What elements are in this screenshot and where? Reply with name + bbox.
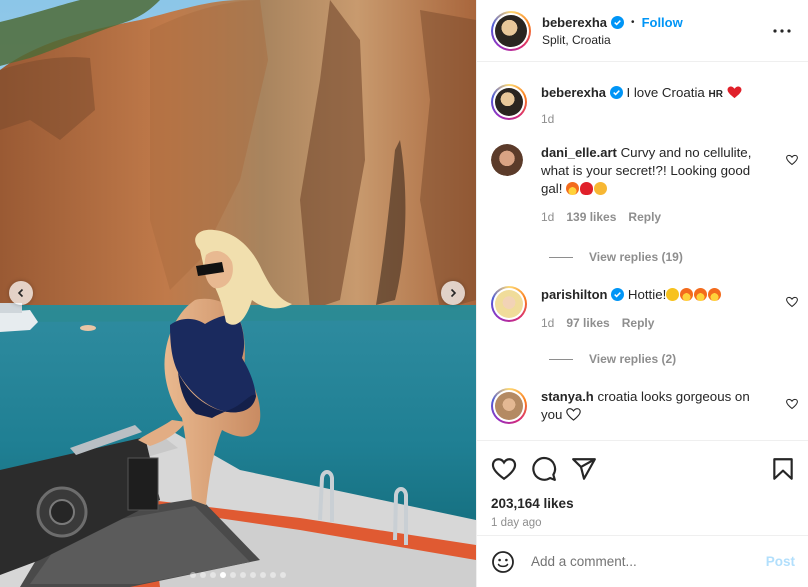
verified-badge-icon: [609, 86, 623, 99]
more-options-button[interactable]: [770, 19, 794, 43]
carousel-next-button[interactable]: [441, 281, 465, 305]
caption-avatar[interactable]: [491, 84, 527, 120]
view-replies-button[interactable]: View replies (2): [549, 352, 808, 366]
caption: beberexha I love Croatia HR 1d: [491, 84, 808, 126]
comment-likes[interactable]: 139 likes: [566, 210, 616, 224]
carousel-dot: [280, 572, 286, 578]
comment-icon[interactable]: [531, 456, 557, 482]
white-heart-emoji-icon: [566, 408, 581, 421]
caption-time[interactable]: 1d: [541, 112, 554, 126]
chevron-left-icon: [17, 288, 24, 298]
red-heart-emoji-icon: [580, 182, 594, 195]
emoji-icon[interactable]: [491, 550, 515, 574]
fire-emoji-icon: [680, 288, 694, 301]
photo-boat-cliffs: [0, 0, 476, 587]
carousel-dot: [230, 572, 236, 578]
comment-item: parishilton Hottie! 1d 97 likes Reply: [491, 286, 808, 330]
heart-icon[interactable]: [786, 398, 798, 410]
verified-badge-icon: [611, 15, 625, 29]
post-media[interactable]: [0, 0, 476, 587]
chevron-right-icon: [450, 288, 457, 298]
carousel-dot: [260, 572, 266, 578]
post-actions-bar: [477, 440, 808, 496]
likes-count[interactable]: 203,164 likes: [477, 496, 808, 511]
post-comment-button[interactable]: Post: [766, 554, 795, 569]
comment-item: stanya.h croatia looks gorgeous on you: [491, 388, 808, 424]
comment-username[interactable]: dani_elle.art: [541, 145, 617, 160]
fire-emoji-icon: [566, 182, 580, 195]
more-options-icon: [773, 28, 791, 33]
bookmark-icon[interactable]: [770, 456, 796, 482]
heart-icon[interactable]: [786, 154, 798, 166]
carousel-dot: [210, 572, 216, 578]
carousel-dot: [200, 572, 206, 578]
comment-item: dani_elle.art Curvy and no cellulite, wh…: [491, 144, 808, 224]
comments-list[interactable]: beberexha I love Croatia HR 1d dani_elle…: [477, 62, 808, 440]
view-replies-button[interactable]: View replies (19): [549, 250, 808, 264]
carousel-dot: [270, 572, 276, 578]
fire-emoji-icon: [694, 288, 708, 301]
follow-button[interactable]: Follow: [642, 15, 683, 30]
separator-dot: •: [631, 16, 635, 28]
heart-icon[interactable]: [786, 296, 798, 308]
carousel-indicator: [0, 572, 476, 578]
caption-body: I love Croatia: [626, 85, 705, 100]
verified-badge-icon: [611, 288, 625, 301]
commenter-avatar[interactable]: [491, 286, 527, 322]
view-replies-label: View replies (19): [589, 250, 683, 264]
comment-composer: Post: [477, 535, 808, 587]
raising-hands-emoji-icon: [594, 182, 608, 195]
heart-eyes-emoji-icon: [666, 288, 680, 301]
carousel-dot: [190, 572, 196, 578]
comment-username[interactable]: stanya.h: [541, 389, 594, 404]
comment-likes[interactable]: 97 likes: [566, 316, 609, 330]
author-avatar[interactable]: [491, 10, 531, 51]
post-location[interactable]: Split, Croatia: [542, 33, 770, 47]
red-heart-emoji-icon: [727, 86, 742, 99]
carousel-dot: [250, 572, 256, 578]
view-replies-label: View replies (2): [589, 352, 677, 366]
fire-emoji-icon: [708, 288, 722, 301]
caption-text: beberexha I love Croatia HR: [541, 84, 768, 104]
reply-button[interactable]: Reply: [628, 210, 661, 224]
comment-text: Hottie!: [627, 287, 667, 302]
heart-icon[interactable]: [491, 456, 517, 482]
share-icon[interactable]: [571, 456, 597, 482]
caption-username[interactable]: beberexha: [541, 85, 606, 100]
post-timestamp[interactable]: 1 day ago: [477, 511, 808, 529]
comment-time[interactable]: 1d: [541, 210, 554, 224]
comment-username[interactable]: parishilton: [541, 287, 607, 302]
flag-hr-label: HR: [708, 89, 723, 100]
carousel-dot: [240, 572, 246, 578]
post-side-panel: beberexha • Follow Split, Croatia bebere…: [476, 0, 808, 587]
carousel-dot: [220, 572, 226, 578]
comment-input[interactable]: [531, 554, 766, 569]
carousel-prev-button[interactable]: [9, 281, 33, 305]
commenter-avatar[interactable]: [491, 388, 527, 424]
post-header: beberexha • Follow Split, Croatia: [477, 0, 808, 62]
reply-button[interactable]: Reply: [622, 316, 655, 330]
commenter-avatar[interactable]: [491, 144, 523, 176]
comment-time[interactable]: 1d: [541, 316, 554, 330]
author-username[interactable]: beberexha: [542, 15, 607, 30]
